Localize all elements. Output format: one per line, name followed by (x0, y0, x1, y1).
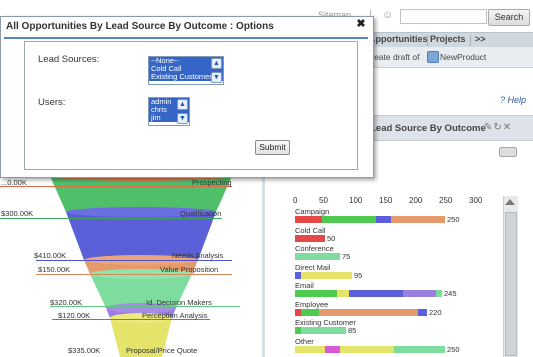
bar-total-label: 85 (348, 326, 357, 335)
category-label: Direct Mail (295, 262, 331, 272)
bar-total-label: 250 (447, 344, 460, 354)
x-axis-tick-label: 0 (293, 196, 298, 205)
lead-sources-label: Lead Sources: (38, 54, 100, 65)
bar-segment (295, 345, 325, 353)
funnel-label: Proposal/Price Quote (126, 346, 198, 355)
funnel-value: $335.00K (68, 346, 101, 355)
funnel-value: $410.00K (34, 251, 67, 260)
users-select[interactable]: admin chris jim ▲ ▼ (148, 97, 190, 126)
bar-total-label: 95 (354, 270, 363, 280)
bar-segment (295, 253, 340, 260)
x-axis-tick-label: 300 (469, 196, 483, 205)
tab-opportunities[interactable]: ...pportunities (368, 34, 428, 44)
scroll-down-icon[interactable]: ▼ (211, 72, 222, 83)
category-label: Employee (295, 299, 329, 309)
product-icon (427, 51, 439, 63)
new-product-link[interactable]: NewProduct (440, 52, 486, 62)
submit-button[interactable]: Submit (255, 140, 290, 155)
x-axis-tick-label: 150 (379, 196, 393, 205)
tab-more[interactable]: >> (475, 34, 486, 44)
funnel-label: Perception Analysis (142, 311, 208, 320)
close-icon[interactable]: ✖ (355, 18, 367, 30)
bar-segment (295, 234, 325, 242)
x-axis-tick-label: 200 (409, 196, 423, 205)
x-axis-tick-label: 250 (439, 196, 453, 205)
funnel-value: $150.00K (38, 265, 71, 274)
funnel-label: Id. Decision Makers (146, 298, 212, 307)
bar-segment (349, 290, 403, 297)
tab-separator (470, 35, 471, 46)
dashlet-controls: ✎↻✕ (484, 122, 512, 133)
bar-segment (295, 308, 301, 316)
bar-segment (301, 271, 352, 279)
bar-total-label: 220 (429, 307, 442, 317)
search-button[interactable]: Search (488, 9, 530, 26)
category-label: Cold Call (295, 225, 326, 235)
edit-icon[interactable]: ✎ (484, 122, 493, 133)
tab-separator (427, 35, 428, 46)
x-axis-tick-label: 100 (349, 196, 363, 205)
bar-total-label: 250 (447, 215, 460, 224)
funnel-label: Qualification (180, 209, 222, 218)
lead-sources-select[interactable]: --None-- Cold Call Existing Customer ▲ ▼ (148, 56, 224, 85)
bar-segment (394, 345, 445, 353)
user-icon[interactable]: ☺ (382, 9, 394, 21)
dashlet-title: ...ead Source By Outcome (368, 123, 486, 134)
refresh-icon[interactable]: ↻ (493, 122, 502, 133)
funnel-line (36, 274, 232, 275)
bar-segment (337, 290, 349, 297)
funnel-label: Prospecting (192, 178, 232, 187)
funnel-line (36, 260, 232, 261)
funnel-line (0, 218, 222, 219)
bar-segment (295, 216, 322, 223)
users-label: Users: (38, 97, 66, 108)
close-icon[interactable]: ✕ (503, 122, 512, 133)
tab-projects[interactable]: Projects (430, 34, 466, 44)
x-axis-tick-label: 50 (319, 196, 328, 205)
help-link[interactable]: ? Help (500, 95, 526, 105)
bar-segment (322, 216, 376, 223)
funnel-value: $120.00K (58, 311, 91, 320)
bar-segment (319, 308, 418, 316)
bar-segment (340, 345, 394, 353)
funnel-value: $320.00K (50, 298, 83, 307)
bar-total-label: 245 (444, 289, 457, 298)
category-label: Campaign (295, 207, 330, 216)
bar-segment (325, 345, 340, 353)
scroll-up-icon[interactable]: ▲ (211, 58, 222, 69)
bar-segment (391, 216, 445, 223)
action-bar: ...eate draft of NewProduct (364, 47, 533, 68)
scroll-up-icon[interactable] (505, 199, 515, 205)
funnel-value: ...0.00K (1, 178, 27, 187)
print-icon[interactable] (499, 147, 517, 157)
scroll-thumb[interactable] (505, 212, 517, 356)
bar-segment (295, 271, 301, 279)
bar-segment (301, 327, 346, 334)
create-draft-link[interactable]: ...eate draft of (367, 52, 419, 62)
bar-segment (403, 290, 436, 297)
bar-total-label: 50 (327, 233, 336, 243)
category-label: Conference (295, 244, 334, 253)
funnel-value: $300.00K (1, 209, 34, 218)
bar-segment (301, 308, 319, 316)
dialog-title-rule (4, 37, 368, 39)
scroll-up-icon[interactable]: ▲ (177, 99, 188, 110)
bar-segment (436, 290, 442, 297)
bar-total-label: 75 (342, 252, 351, 261)
search-input[interactable] (400, 9, 487, 24)
dialog-title: All Opportunities By Lead Source By Outc… (6, 21, 274, 32)
funnel-label: Value Proposition (160, 265, 219, 274)
category-label: Existing Customer (295, 318, 356, 327)
funnel-label: Needs Analysis (172, 251, 224, 260)
scroll-down-icon[interactable]: ▼ (177, 113, 188, 124)
bar-segment (295, 327, 301, 334)
bar-segment (295, 290, 337, 297)
bar-segment (418, 308, 427, 316)
category-label: Other (295, 336, 314, 346)
module-tab-bar: ...pportunities Projects >> (364, 32, 533, 48)
category-label: Email (295, 281, 314, 290)
bar-segment (376, 216, 391, 223)
